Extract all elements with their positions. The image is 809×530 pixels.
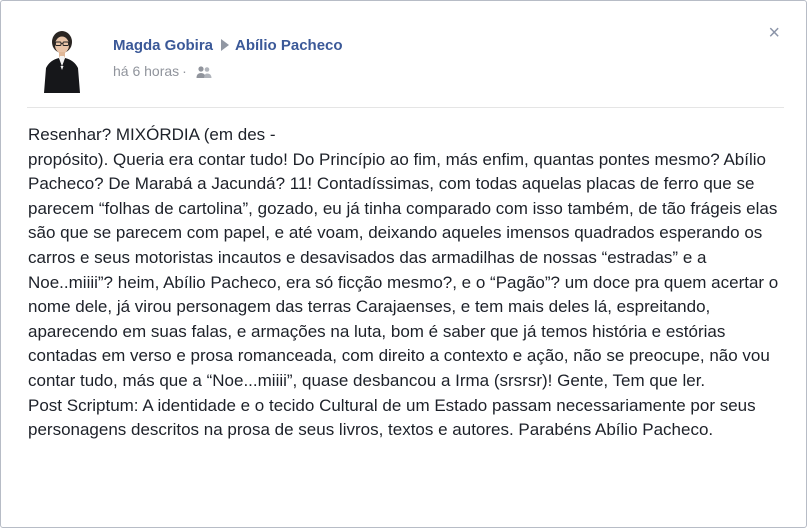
post-paragraph-ps: Post Scriptum: A identidade e o tecido C… (28, 395, 756, 440)
post-paragraph-main: Resenhar? MIXÓRDIA (em des - propósito).… (28, 125, 779, 390)
close-icon[interactable]: × (768, 23, 780, 43)
arrow-right-icon (221, 39, 230, 51)
header-divider (27, 107, 784, 108)
author-name-link[interactable]: Magda Gobira (113, 37, 213, 54)
post-card: Magda Gobira Abílio Pacheco há 6 horas · ×… (0, 0, 807, 528)
post-body: Resenhar? MIXÓRDIA (em des - propósito).… (28, 123, 788, 443)
friends-icon[interactable] (196, 65, 212, 82)
avatar-photo (38, 22, 86, 93)
post-timestamp[interactable]: há 6 horas (113, 63, 179, 79)
target-name-link[interactable]: Abílio Pacheco (235, 37, 343, 54)
post-meta: há 6 horas · (113, 63, 212, 82)
author-avatar[interactable] (38, 22, 86, 93)
post-header: Magda Gobira Abílio Pacheco (113, 37, 343, 54)
meta-separator: · (182, 63, 187, 79)
